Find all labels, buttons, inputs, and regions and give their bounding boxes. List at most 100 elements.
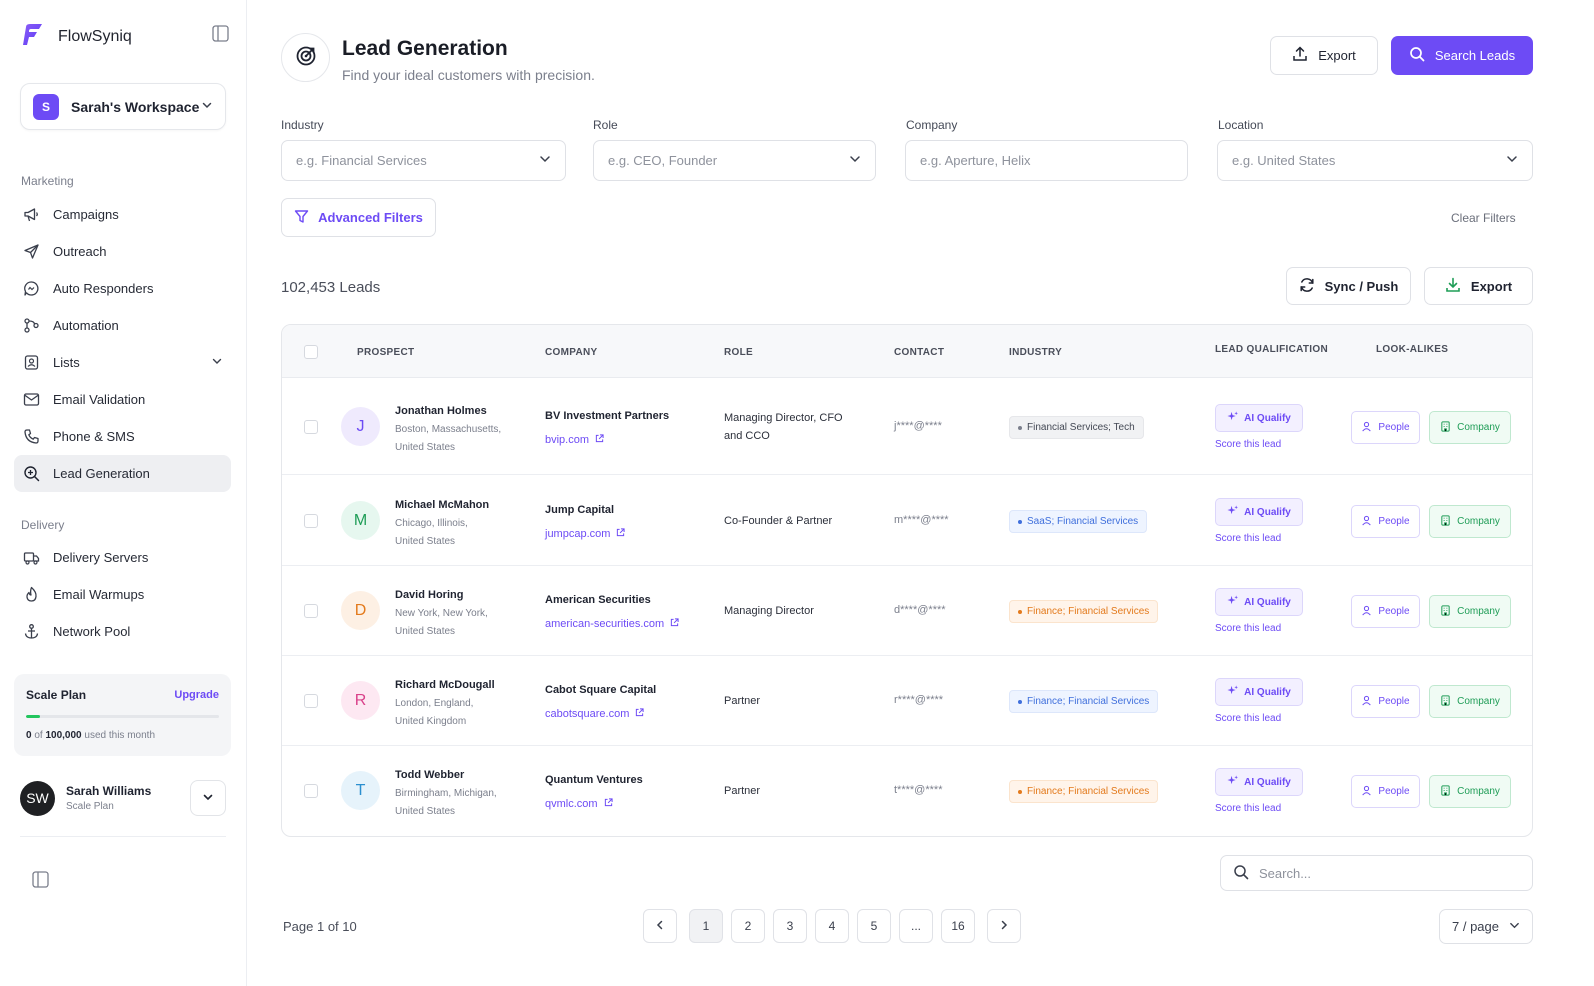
row-checkbox[interactable] xyxy=(304,420,318,434)
people-lookalike-button[interactable]: People xyxy=(1351,505,1420,538)
per-page-select[interactable]: 7 / page xyxy=(1439,909,1533,944)
score-lead-link[interactable]: Score this lead xyxy=(1215,439,1281,450)
chevron-down-icon xyxy=(849,153,861,168)
company-url-link[interactable]: jumpcap.com xyxy=(545,528,626,540)
ai-qualify-button[interactable]: AI Qualify xyxy=(1215,678,1303,706)
company-url-link[interactable]: cabotsquare.com xyxy=(545,708,644,720)
plan-card: Scale Plan Upgrade 0 of 100,000 used thi… xyxy=(14,674,231,756)
table-row[interactable]: T Todd Webber Birmingham, Michigan, United … xyxy=(282,746,1532,836)
location-select[interactable]: e.g. United States xyxy=(1217,140,1533,181)
sidebar-item-auto-responders[interactable]: Auto Responders xyxy=(14,270,231,307)
column-header-look-alikes[interactable]: LOOK-ALIKES xyxy=(1376,344,1448,355)
pagination: 1 2 3 4 5 ... 16 xyxy=(643,909,1025,943)
page-ellipsis[interactable]: ... xyxy=(899,909,933,943)
page-button-16[interactable]: 16 xyxy=(941,909,975,943)
page-icon xyxy=(281,33,330,82)
chevron-down-icon xyxy=(211,355,223,370)
workflow-icon xyxy=(22,317,40,335)
building-icon xyxy=(1440,784,1451,799)
prospect-name[interactable]: Jonathan Holmes xyxy=(395,405,487,417)
role-select[interactable]: e.g. CEO, Founder xyxy=(593,140,876,181)
select-all-checkbox[interactable] xyxy=(304,345,318,359)
column-header-lead-qualification[interactable]: LEAD QUALIFICATION xyxy=(1215,344,1328,355)
sidebar-item-lists[interactable]: Lists xyxy=(14,344,231,381)
company-label: Company xyxy=(906,118,958,132)
row-checkbox[interactable] xyxy=(304,784,318,798)
prospect-name[interactable]: Michael McMahon xyxy=(395,499,489,511)
user-plan: Scale Plan xyxy=(66,801,114,812)
export-leads-button[interactable]: Export xyxy=(1424,267,1533,305)
page-button-1[interactable]: 1 xyxy=(689,909,723,943)
company-url-link[interactable]: qvmlc.com xyxy=(545,798,613,810)
advanced-filters-button[interactable]: Advanced Filters xyxy=(281,198,436,237)
sidebar-item-automation[interactable]: Automation xyxy=(14,307,231,344)
company-lookalike-button[interactable]: Company xyxy=(1429,775,1511,808)
column-header-company[interactable]: COMPANY xyxy=(545,347,597,358)
table-search-input[interactable]: Search... xyxy=(1220,855,1533,891)
sidebar-collapse-icon[interactable] xyxy=(32,871,49,891)
sidebar-item-lead-generation[interactable]: Lead Generation xyxy=(14,455,231,492)
score-lead-link[interactable]: Score this lead xyxy=(1215,623,1281,634)
sidebar-toggle-icon[interactable] xyxy=(212,25,229,45)
table-row[interactable]: R Richard McDougall London, England, United… xyxy=(282,656,1532,746)
ai-qualify-button[interactable]: AI Qualify xyxy=(1215,498,1303,526)
table-row[interactable]: M Michael McMahon Chicago, Illinois, United… xyxy=(282,475,1532,566)
upgrade-link[interactable]: Upgrade xyxy=(174,689,219,701)
sidebar-item-email-warmups[interactable]: Email Warmups xyxy=(14,576,231,613)
score-lead-link[interactable]: Score this lead xyxy=(1215,803,1281,814)
people-lookalike-button[interactable]: People xyxy=(1351,685,1420,718)
prospect-name[interactable]: Todd Webber xyxy=(395,769,464,781)
brand[interactable]: FlowSyniq xyxy=(20,22,132,51)
sidebar-item-email-validation[interactable]: Email Validation xyxy=(14,381,231,418)
table-row[interactable]: J Jonathan Holmes Boston, Massachusetts, Un… xyxy=(282,378,1532,475)
export-button[interactable]: Export xyxy=(1270,36,1378,75)
workspace-switcher[interactable]: S Sarah's Workspace xyxy=(20,83,226,130)
table-row[interactable]: D David Horing New York, New York, United S… xyxy=(282,566,1532,656)
company-lookalike-button[interactable]: Company xyxy=(1429,411,1511,444)
send-icon xyxy=(22,243,40,261)
ai-qualify-button[interactable]: AI Qualify xyxy=(1215,768,1303,796)
page-subtitle: Find your ideal customers with precision… xyxy=(342,67,595,83)
row-checkbox[interactable] xyxy=(304,514,318,528)
company-url-link[interactable]: american-securities.com xyxy=(545,618,679,630)
sidebar-item-delivery-servers[interactable]: Delivery Servers xyxy=(14,539,231,576)
score-lead-link[interactable]: Score this lead xyxy=(1215,533,1281,544)
sidebar-item-phone-sms[interactable]: Phone & SMS xyxy=(14,418,231,455)
page-button-4[interactable]: 4 xyxy=(815,909,849,943)
sync-push-button[interactable]: Sync / Push xyxy=(1286,267,1411,305)
ai-qualify-button[interactable]: AI Qualify xyxy=(1215,404,1303,432)
clear-filters-link[interactable]: Clear Filters xyxy=(1451,211,1516,225)
person-icon xyxy=(1361,605,1372,619)
company-input[interactable]: e.g. Aperture, Helix xyxy=(905,140,1188,181)
user-menu-button[interactable] xyxy=(190,780,226,816)
next-page-button[interactable] xyxy=(987,909,1021,943)
company-url-link[interactable]: bvip.com xyxy=(545,434,604,446)
prospect-name[interactable]: Richard McDougall xyxy=(395,679,495,691)
column-header-prospect[interactable]: PROSPECT xyxy=(357,347,414,358)
score-lead-link[interactable]: Score this lead xyxy=(1215,713,1281,724)
search-leads-button[interactable]: Search Leads xyxy=(1391,36,1533,75)
row-checkbox[interactable] xyxy=(304,604,318,618)
page-button-2[interactable]: 2 xyxy=(731,909,765,943)
people-lookalike-button[interactable]: People xyxy=(1351,775,1420,808)
row-checkbox[interactable] xyxy=(304,694,318,708)
industry-select[interactable]: e.g. Financial Services xyxy=(281,140,566,181)
sidebar-item-campaigns[interactable]: Campaigns xyxy=(14,196,231,233)
company-lookalike-button[interactable]: Company xyxy=(1429,685,1511,718)
sidebar-item-outreach[interactable]: Outreach xyxy=(14,233,231,270)
page-button-3[interactable]: 3 xyxy=(773,909,807,943)
company-lookalike-button[interactable]: Company xyxy=(1429,505,1511,538)
column-header-contact[interactable]: CONTACT xyxy=(894,347,944,358)
prev-page-button[interactable] xyxy=(643,909,677,943)
prospect-name[interactable]: David Horing xyxy=(395,589,463,601)
ai-qualify-button[interactable]: AI Qualify xyxy=(1215,588,1303,616)
people-lookalike-button[interactable]: People xyxy=(1351,411,1420,444)
sidebar-item-network-pool[interactable]: Network Pool xyxy=(14,613,231,650)
page-button-5[interactable]: 5 xyxy=(857,909,891,943)
company-lookalike-button[interactable]: Company xyxy=(1429,595,1511,628)
people-lookalike-button[interactable]: People xyxy=(1351,595,1420,628)
column-header-industry[interactable]: INDUSTRY xyxy=(1009,347,1062,358)
column-header-role[interactable]: ROLE xyxy=(724,347,753,358)
sparkles-icon xyxy=(1227,685,1239,699)
chat-bubble-icon xyxy=(22,280,40,298)
